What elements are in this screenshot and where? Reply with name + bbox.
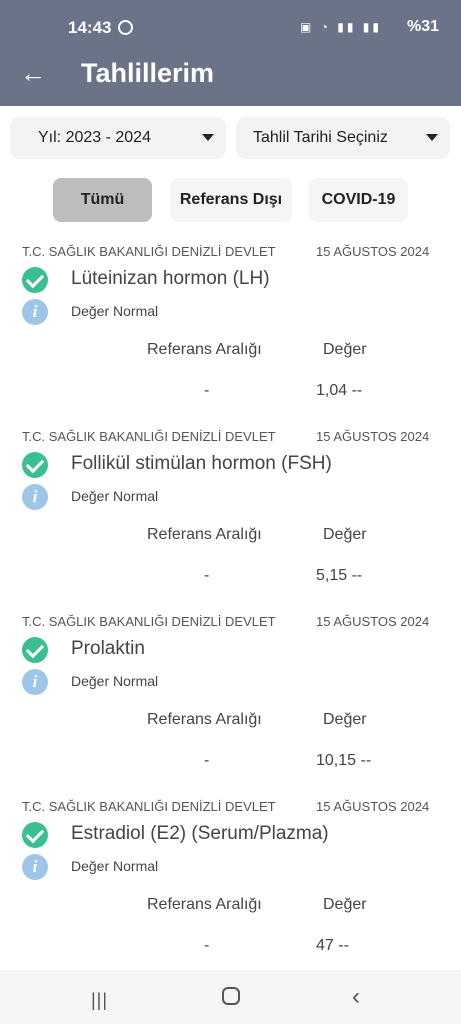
tab-all[interactable]: Tümü (53, 178, 152, 222)
reference-range-value: - (204, 752, 210, 769)
check-circle-icon (22, 637, 48, 663)
reference-range-header: Referans Aralığı (147, 341, 262, 358)
tab-covid-19[interactable]: COVID-19 (309, 178, 408, 222)
result-item[interactable]: T.C. SAĞLIK BAKANLIĞI DENİZLİ DEVLET 15 … (0, 244, 461, 429)
result-value: 1,04 -- (316, 382, 363, 399)
system-nav-bar: ||| ‹ (0, 970, 461, 1024)
year-dropdown[interactable]: Yıl: 2023 - 2024 (10, 117, 226, 159)
battery-level: %31 (406, 18, 439, 35)
info-icon[interactable]: i (22, 484, 48, 510)
value-header: Değer (323, 711, 367, 728)
info-icon[interactable]: i (22, 854, 48, 880)
status-time: 14:43 (68, 18, 112, 37)
home-icon[interactable] (222, 987, 240, 1005)
result-date: 15 AĞUSTOS 2024 (316, 799, 430, 814)
result-value: 5,15 -- (316, 567, 363, 584)
result-date: 15 AĞUSTOS 2024 (316, 244, 430, 259)
info-icon[interactable]: i (22, 299, 48, 325)
result-status: Değer Normal (71, 858, 159, 874)
reference-range-value: - (204, 382, 210, 399)
check-circle-icon (22, 267, 48, 293)
result-status: Değer Normal (71, 673, 159, 689)
institution-name: T.C. SAĞLIK BAKANLIĞI DENİZLİ DEVLET (22, 429, 276, 444)
test-name: Estradiol (E2) (Serum/Plazma) (71, 823, 329, 844)
institution-name: T.C. SAĞLIK BAKANLIĞI DENİZLİ DEVLET (22, 799, 276, 814)
system-status-icons: ▣ ◔ ▮▮ ▮▮ (300, 20, 383, 34)
result-status: Değer Normal (71, 488, 159, 504)
result-date: 15 AĞUSTOS 2024 (316, 614, 430, 629)
reference-range-value: - (204, 937, 210, 954)
result-value: 10,15 -- (316, 752, 372, 769)
recent-apps-icon[interactable]: ||| (91, 990, 108, 1011)
result-item[interactable]: T.C. SAĞLIK BAKANLIĞI DENİZLİ DEVLET 15 … (0, 614, 461, 799)
reference-range-header: Referans Aralığı (147, 896, 262, 913)
result-date: 15 AĞUSTOS 2024 (316, 429, 430, 444)
test-name: Follikül stimülan hormon (FSH) (71, 453, 332, 474)
nav-back-icon[interactable]: ‹ (352, 983, 360, 1011)
back-arrow-icon[interactable]: ← (20, 58, 46, 88)
test-name: Prolaktin (71, 638, 145, 659)
info-icon[interactable]: i (22, 669, 48, 695)
institution-name: T.C. SAĞLIK BAKANLIĞI DENİZLİ DEVLET (22, 244, 276, 259)
reference-range-value: - (204, 567, 210, 584)
value-header: Değer (323, 896, 367, 913)
test-name: Lüteinizan hormon (LH) (71, 268, 270, 289)
caret-down-icon (426, 134, 438, 141)
result-item[interactable]: T.C. SAĞLIK BAKANLIĞI DENİZLİ DEVLET 15 … (0, 799, 461, 984)
reference-range-header: Referans Aralığı (147, 711, 262, 728)
date-dropdown-label: Tahlil Tarihi Seçiniz (253, 129, 388, 146)
value-header: Değer (323, 526, 367, 543)
caret-down-icon (202, 134, 214, 141)
result-item[interactable]: T.C. SAĞLIK BAKANLIĞI DENİZLİ DEVLET 15 … (0, 429, 461, 614)
date-dropdown[interactable]: Tahlil Tarihi Seçiniz (236, 117, 450, 159)
check-circle-icon (22, 822, 48, 848)
app-bar: ← Tahlillerim (0, 44, 461, 106)
value-header: Değer (323, 341, 367, 358)
year-dropdown-label: Yıl: 2023 - 2024 (38, 129, 151, 146)
result-value: 47 -- (316, 937, 349, 954)
reference-range-header: Referans Aralığı (147, 526, 262, 543)
result-status: Değer Normal (71, 303, 159, 319)
tab-out-of-reference[interactable]: Referans Dışı (170, 178, 292, 222)
page-title: Tahlillerim (81, 58, 215, 88)
whatsapp-icon (118, 20, 133, 35)
check-circle-icon (22, 452, 48, 478)
status-bar: 14:43 ▣ ◔ ▮▮ ▮▮ %31 (0, 0, 461, 44)
institution-name: T.C. SAĞLIK BAKANLIĞI DENİZLİ DEVLET (22, 614, 276, 629)
